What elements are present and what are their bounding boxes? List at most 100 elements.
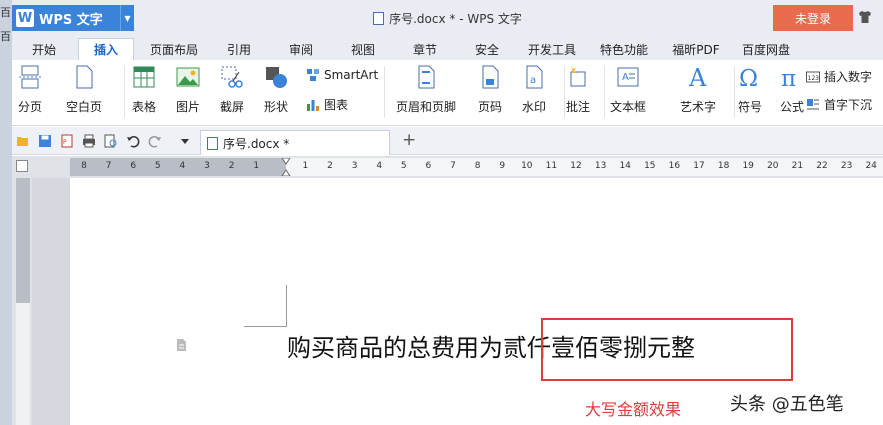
- annotation-caption: 大写金额效果: [585, 400, 682, 419]
- page-break-label: 分页: [18, 100, 43, 114]
- background-window-text: 百: [0, 6, 11, 19]
- watermark-button[interactable]: a 水印: [522, 64, 546, 115]
- table-icon: [133, 66, 155, 88]
- document-page[interactable]: [70, 178, 883, 425]
- document-tab-label: 序号.docx *: [223, 136, 290, 151]
- ruler-tick-label: 2: [327, 161, 333, 171]
- login-button[interactable]: 未登录: [773, 5, 853, 31]
- quick-access-toolbar: P 序号.docx * +: [12, 127, 883, 155]
- wordart-label: 艺术字: [680, 100, 717, 114]
- shapes-button[interactable]: 形状: [264, 64, 288, 115]
- vertical-ruler[interactable]: [12, 178, 32, 425]
- new-tab-plus-icon[interactable]: +: [402, 130, 416, 150]
- wordart-button[interactable]: A 艺术字: [680, 64, 716, 115]
- drop-cap-label: 首字下沉: [824, 98, 873, 112]
- page-break-icon: [19, 65, 41, 89]
- export-pdf-icon[interactable]: P: [60, 134, 74, 148]
- ruler-tick-label: 3: [204, 161, 210, 171]
- annotation-highlight-box: [541, 318, 793, 381]
- svg-text:a: a: [530, 75, 536, 86]
- ribbon-separator: [384, 66, 385, 118]
- tab-view[interactable]: 视图: [346, 38, 380, 60]
- window-title: 序号.docx * - WPS 文字: [12, 10, 883, 27]
- ruler-tick-label: 23: [840, 161, 853, 171]
- ruler-tick-label: 19: [742, 161, 754, 171]
- chevron-down-icon[interactable]: [178, 134, 192, 148]
- tab-review[interactable]: 审阅: [284, 38, 318, 60]
- undo-icon[interactable]: [126, 134, 140, 148]
- header-footer-button[interactable]: 页眉和页脚: [396, 64, 456, 115]
- title-bar: W WPS 文字 ▼ 序号.docx * - WPS 文字 未登录: [12, 0, 883, 34]
- blank-page-label: 空白页: [66, 100, 103, 114]
- screenshot-button[interactable]: 截屏: [220, 64, 244, 115]
- table-button[interactable]: 表格: [132, 64, 156, 115]
- comment-icon: [570, 66, 586, 87]
- background-window-text: 百: [0, 30, 11, 43]
- header-footer-icon: [418, 65, 435, 89]
- document-title: 序号.docx * - WPS 文字: [389, 12, 522, 26]
- insert-number-button[interactable]: 123 插入数字: [806, 68, 872, 85]
- picture-icon: [176, 67, 200, 87]
- svg-text:123: 123: [808, 75, 820, 82]
- page-number-icon: [482, 65, 499, 89]
- formula-button[interactable]: π 公式: [780, 64, 804, 115]
- ruler-tick-label: 12: [570, 161, 582, 171]
- tab-references[interactable]: 引用: [222, 38, 256, 60]
- save-icon[interactable]: [38, 134, 52, 148]
- open-folder-icon[interactable]: [16, 134, 30, 148]
- tab-home[interactable]: 开始: [24, 38, 64, 60]
- ribbon-separator: [604, 66, 605, 118]
- ruler-tick-label: 5: [400, 161, 407, 171]
- screenshot-label: 截屏: [220, 100, 245, 114]
- svg-text:A: A: [622, 72, 629, 83]
- watermark-icon: a: [526, 65, 543, 89]
- smartart-button[interactable]: SmartArt: [306, 68, 378, 82]
- omega-symbol-icon: Ω: [739, 66, 758, 90]
- insert-number-label: 插入数字: [824, 70, 873, 84]
- blank-page-button[interactable]: 空白页: [66, 64, 102, 115]
- svg-text:A: A: [688, 64, 707, 90]
- picture-label: 图片: [176, 100, 201, 114]
- symbol-label: 符号: [738, 100, 763, 114]
- blank-page-icon: [76, 65, 93, 89]
- ribbon-separator: [734, 66, 735, 118]
- ruler-tick-label: 5: [154, 161, 161, 171]
- page-number-button[interactable]: 页码: [478, 64, 502, 115]
- tab-stop-selector[interactable]: [16, 160, 28, 172]
- comment-label: 批注: [566, 100, 591, 114]
- tab-page-layout[interactable]: 页面布局: [144, 38, 204, 60]
- print-icon[interactable]: [82, 134, 96, 148]
- skin-shirt-icon[interactable]: [858, 10, 872, 24]
- page-break-button[interactable]: 分页: [18, 64, 42, 115]
- background-window-strip: 百 百: [0, 0, 12, 425]
- ruler-tick-label: 4: [376, 161, 383, 171]
- paragraph-layout-icon[interactable]: [176, 338, 188, 352]
- comment-button[interactable]: 批注: [566, 64, 590, 115]
- ruler-tick-label: 8: [474, 161, 481, 171]
- redo-icon[interactable]: [148, 134, 162, 148]
- document-tab[interactable]: 序号.docx *: [200, 130, 390, 155]
- picture-button[interactable]: 图片: [176, 64, 200, 115]
- chart-label: 图表: [324, 98, 349, 112]
- symbol-button[interactable]: Ω 符号: [738, 64, 762, 115]
- tab-special-features[interactable]: 特色功能: [594, 38, 654, 60]
- tab-security[interactable]: 安全: [470, 38, 504, 60]
- print-preview-icon[interactable]: [104, 134, 118, 148]
- ruler-margin-region: [16, 178, 30, 303]
- tab-foxit-pdf[interactable]: 福昕PDF: [666, 38, 726, 60]
- margin-corner-mark: [286, 285, 287, 327]
- tab-section[interactable]: 章节: [408, 38, 442, 60]
- tab-developer-tools[interactable]: 开发工具: [522, 38, 582, 60]
- document-icon: [207, 136, 218, 150]
- margin-corner-mark: [244, 326, 287, 327]
- ribbon-separator: [124, 66, 125, 118]
- tab-insert[interactable]: 插入: [78, 38, 134, 60]
- insert-ribbon: 分页 空白页 表格 图片 截屏 形状 SmartArt 图表 页眉和页脚 页码 …: [12, 60, 883, 126]
- tab-baidu-netdisk[interactable]: 百度网盘: [736, 38, 796, 60]
- textbox-button[interactable]: A 文本框: [610, 64, 646, 115]
- ruler-tick-label: 11: [545, 161, 558, 171]
- horizontal-ruler[interactable]: 8 7 6 5 4 3 2 1 1 2 3 4 5 6 7 8 9 10 11 12 13 14 15 16 17 18 19 20 2…: [70, 158, 883, 176]
- ribbon-separator: [564, 66, 565, 118]
- drop-cap-button[interactable]: 首字下沉: [806, 96, 872, 113]
- chart-button[interactable]: 图表: [306, 96, 348, 113]
